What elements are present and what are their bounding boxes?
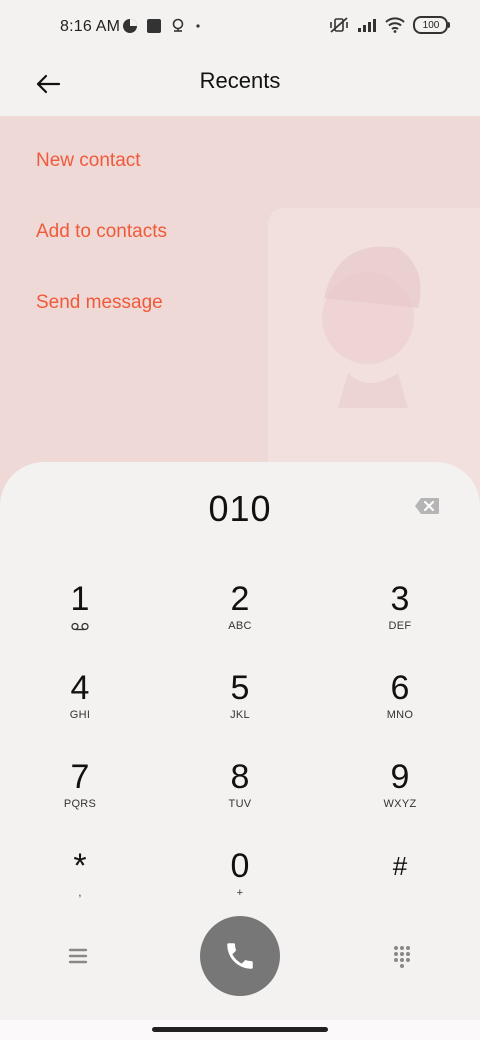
key-digit: 9 bbox=[390, 758, 410, 796]
dialed-number: 010 bbox=[208, 488, 272, 529]
status-time: 8:16 AM bbox=[60, 18, 121, 35]
dialer-sheet: 010 1 2 ABC 3 DEF 4 GHI 5 JKL 6 MNO 7 PQ… bbox=[0, 462, 480, 1020]
status-bar: 8:16 AM 100 bbox=[0, 0, 480, 52]
key-1[interactable]: 1 bbox=[25, 580, 135, 652]
key-5[interactable]: 5 JKL bbox=[185, 669, 295, 741]
send-message-option[interactable]: Send message bbox=[36, 292, 163, 314]
voicemail-icon bbox=[71, 622, 89, 631]
key-digit: 8 bbox=[230, 758, 250, 796]
battery-icon: 100 bbox=[413, 16, 450, 34]
menu-button[interactable] bbox=[64, 942, 92, 970]
phone-icon bbox=[227, 943, 253, 969]
key-letters: MNO bbox=[386, 709, 414, 721]
key-letters: JKL bbox=[230, 709, 250, 721]
muted-vibrate-icon bbox=[330, 17, 348, 33]
dialpad-toggle-button[interactable] bbox=[388, 942, 416, 970]
key-star[interactable]: * , bbox=[25, 847, 135, 919]
key-letters: PQRS bbox=[63, 798, 97, 810]
status-left-icons bbox=[122, 18, 202, 34]
menu-icon bbox=[68, 948, 88, 964]
key-digit: 6 bbox=[390, 669, 410, 707]
key-digit: 5 bbox=[230, 669, 250, 707]
app-bar: Recents bbox=[0, 52, 480, 116]
status-right-icons: 100 bbox=[329, 16, 450, 34]
key-9[interactable]: 9 WXYZ bbox=[345, 758, 455, 830]
key-3[interactable]: 3 DEF bbox=[345, 580, 455, 652]
key-letters: + bbox=[236, 887, 244, 899]
options-panel: New contact Add to contacts Send message bbox=[0, 116, 480, 516]
key-letters: TUV bbox=[228, 798, 252, 810]
backspace-icon bbox=[415, 498, 439, 514]
dialpad-icon bbox=[394, 946, 410, 968]
key-letters: WXYZ bbox=[383, 798, 417, 810]
dot-icon bbox=[196, 24, 200, 28]
key-4[interactable]: 4 GHI bbox=[25, 669, 135, 741]
key-digit: 7 bbox=[70, 758, 90, 796]
key-digit: # bbox=[392, 851, 408, 881]
key-8[interactable]: 8 TUV bbox=[185, 758, 295, 830]
add-to-contacts-option[interactable]: Add to contacts bbox=[36, 221, 167, 243]
key-digit: * bbox=[73, 847, 87, 885]
key-digit: 0 bbox=[230, 847, 250, 885]
key-7[interactable]: 7 PQRS bbox=[25, 758, 135, 830]
key-digit: 3 bbox=[390, 580, 410, 618]
key-0[interactable]: 0 + bbox=[185, 847, 295, 919]
square-notification-icon bbox=[147, 19, 161, 33]
location-icon bbox=[172, 18, 184, 32]
key-letters: DEF bbox=[388, 620, 412, 632]
key-letters: GHI bbox=[69, 709, 91, 721]
navigation-bar bbox=[0, 1020, 480, 1040]
home-indicator[interactable] bbox=[152, 1027, 328, 1032]
wifi-icon bbox=[385, 17, 405, 33]
backspace-button[interactable] bbox=[414, 496, 440, 516]
data-saver-icon bbox=[123, 19, 137, 33]
key-digit: 2 bbox=[230, 580, 250, 618]
new-contact-option[interactable]: New contact bbox=[36, 150, 141, 172]
key-digit: 1 bbox=[70, 580, 90, 618]
key-2[interactable]: 2 ABC bbox=[185, 580, 295, 652]
key-hash[interactable]: # bbox=[345, 847, 455, 919]
key-letters: ABC bbox=[228, 620, 252, 632]
call-button[interactable] bbox=[200, 916, 280, 996]
signal-icon bbox=[358, 19, 376, 32]
key-letters: , bbox=[78, 887, 82, 899]
key-digit: 4 bbox=[70, 669, 90, 707]
page-title: Recents bbox=[199, 68, 281, 93]
key-6[interactable]: 6 MNO bbox=[345, 669, 455, 741]
